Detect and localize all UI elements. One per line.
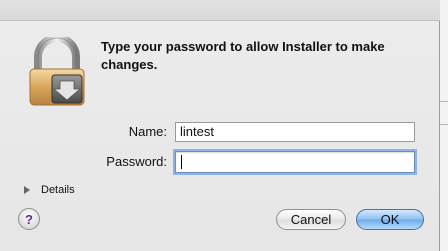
details-disclosure[interactable]: Details: [24, 183, 75, 197]
name-label: Name:: [128, 124, 167, 139]
dialog-message: Type your password to allow Installer to…: [101, 39, 385, 72]
help-button[interactable]: ?: [18, 208, 40, 230]
cancel-button[interactable]: Cancel: [276, 209, 346, 230]
background-divider: [440, 101, 448, 102]
background-divider: [440, 124, 448, 125]
password-field[interactable]: [175, 151, 415, 173]
authentication-dialog: Type your password to allow Installer to…: [0, 0, 440, 251]
ok-button[interactable]: OK: [356, 209, 424, 230]
name-field[interactable]: lintest: [175, 122, 415, 142]
background-window-edge: [440, 0, 448, 251]
password-label: Password:: [106, 154, 167, 169]
lock-icon: [26, 34, 88, 107]
details-label: Details: [41, 184, 75, 196]
disclosure-triangle-icon[interactable]: [24, 186, 30, 194]
text-cursor: [181, 155, 182, 169]
dialog-titlebar: [0, 0, 440, 21]
